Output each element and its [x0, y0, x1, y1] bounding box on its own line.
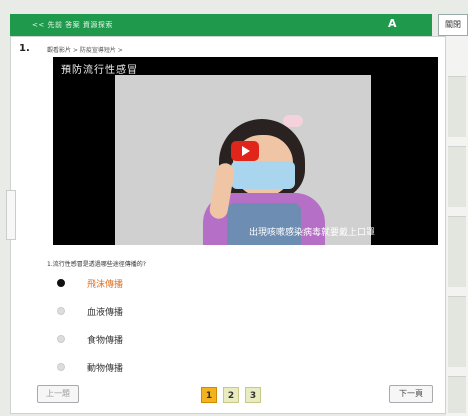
video-subtitle: 出現咳嗽感染病毒就要戴上口罩	[249, 228, 376, 238]
radio-icon[interactable]	[57, 307, 65, 315]
option-2[interactable]: 血液傳播	[57, 303, 123, 319]
option-label: 食物傳播	[87, 335, 124, 346]
top-nav-text[interactable]: << 先前 答案 資源探索	[32, 20, 113, 30]
option-label: 血液傳播	[87, 307, 124, 318]
play-icon[interactable]	[231, 141, 259, 161]
right-panel-block	[448, 146, 466, 207]
radio-icon[interactable]	[57, 363, 65, 371]
breadcrumb: 觀看影片 > 防疫宣導短片 >	[47, 47, 123, 54]
video-hair-bow	[283, 115, 303, 127]
question-number: 1.	[19, 43, 30, 54]
right-panel-block	[448, 376, 466, 413]
prev-button[interactable]: 上一題	[37, 385, 79, 403]
side-collapse-handle[interactable]	[6, 190, 16, 240]
next-button[interactable]: 下一頁	[389, 385, 433, 403]
option-label: 飛沫傳播	[87, 279, 124, 290]
page-1-button[interactable]: 1	[201, 387, 217, 403]
top-marker: A	[388, 17, 397, 30]
right-panel-strip	[446, 36, 468, 416]
page-3-button[interactable]: 3	[245, 387, 261, 403]
video-title: 預防流行性感冒	[61, 65, 138, 76]
video-girl-overalls	[227, 203, 301, 245]
right-panel-block	[448, 296, 466, 367]
option-4[interactable]: 動物傳播	[57, 359, 123, 375]
option-3[interactable]: 食物傳播	[57, 331, 123, 347]
radio-selected-icon[interactable]	[57, 279, 65, 287]
close-button[interactable]: 關閉	[438, 14, 468, 36]
video-face-mask	[231, 161, 295, 189]
radio-icon[interactable]	[57, 335, 65, 343]
question-card: 1. 觀看影片 > 防疫宣導短片 > 預防流行性感冒 出現咳嗽感染病毒就要戴上口…	[10, 36, 446, 414]
top-bar: << 先前 答案 資源探索 A	[10, 14, 432, 36]
right-panel-block	[448, 76, 466, 137]
option-1[interactable]: 飛沫傳播	[57, 275, 123, 291]
right-panel-block	[448, 216, 466, 287]
question-prompt: 1.流行性感冒是透過哪些途徑傳播的?	[47, 261, 146, 268]
video-player[interactable]: 預防流行性感冒 出現咳嗽感染病毒就要戴上口罩	[53, 57, 438, 245]
page-2-button[interactable]: 2	[223, 387, 239, 403]
option-label: 動物傳播	[87, 363, 124, 374]
